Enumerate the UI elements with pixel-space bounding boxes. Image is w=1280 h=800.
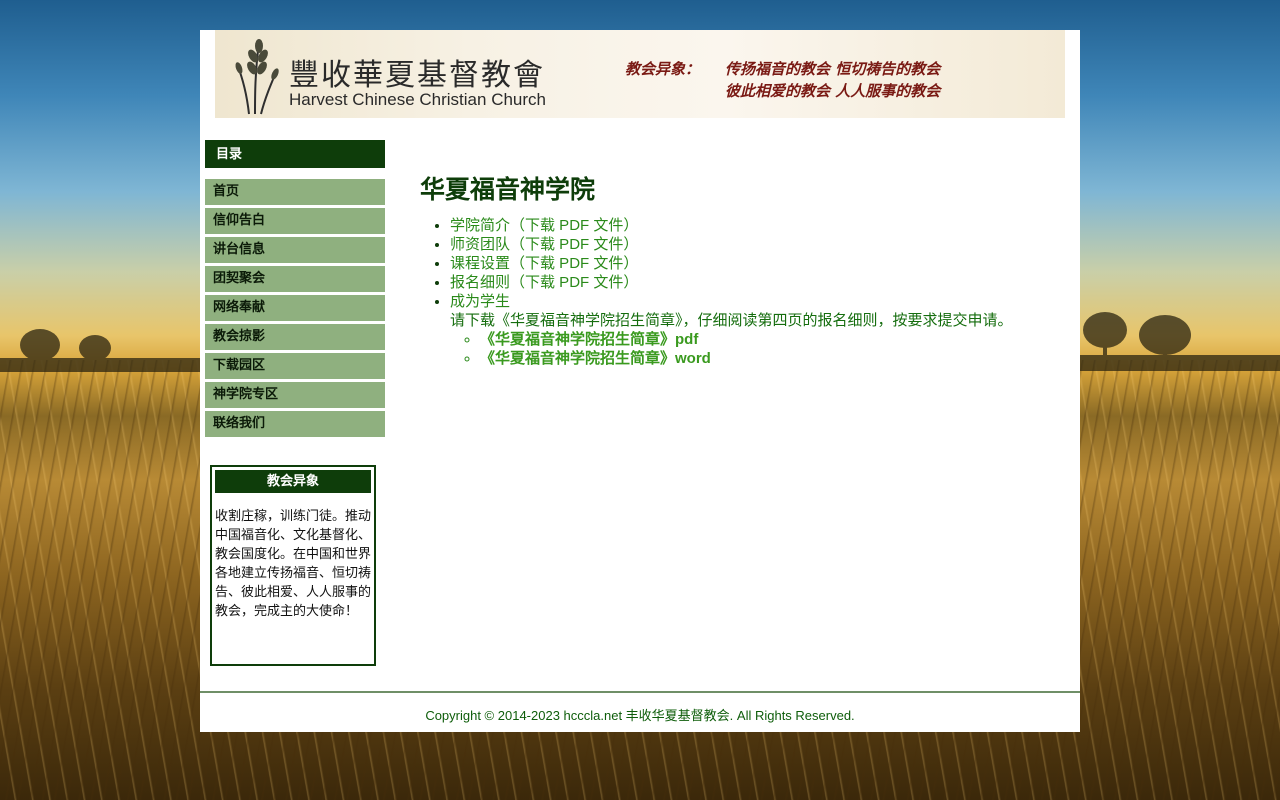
item-label-curriculum: 课程设置 [450, 255, 511, 272]
banner-vision-label: 教会异象： [625, 60, 701, 78]
nav-item-downloads[interactable]: 下载园区 [205, 353, 385, 379]
page-container: 豐收華夏基督教會 Harvest Chinese Christian Churc… [200, 30, 1080, 732]
seminary-list: 学院简介（下载 PDF 文件） 师资团队（下载 PDF 文件） 课程设置（下载 … [420, 216, 1060, 368]
list-item: 《华夏福音神学院招生简章》word [480, 349, 1060, 368]
nav-menu: 首页 信仰告白 讲台信息 团契聚会 网络奉献 教会掠影 下载园区 神学院专区 联… [205, 179, 385, 437]
list-item: 课程设置（下载 PDF 文件） [450, 254, 1060, 273]
nav-item-seminary[interactable]: 神学院专区 [205, 382, 385, 408]
list-item: 《华夏福音神学院招生简章》pdf [480, 330, 1060, 349]
download-pdf-faculty-link[interactable]: （下载 PDF 文件） [510, 236, 638, 253]
vision-box-title: 教会异象 [215, 470, 371, 493]
nav-item-fellowship[interactable]: 团契聚会 [205, 266, 385, 292]
list-item: 学院简介（下载 PDF 文件） [450, 216, 1060, 235]
wheat-logo-icon [235, 39, 279, 115]
list-item: 成为学生 请下载《华夏福音神学院招生简章》，仔细阅读第四页的报名细则，按要求提交… [450, 292, 1060, 368]
list-item: 报名细则（下载 PDF 文件） [450, 273, 1060, 292]
nav-item-contact[interactable]: 联络我们 [205, 411, 385, 437]
item-label-faculty: 师资团队 [450, 236, 511, 253]
vision-box-text: 收割庄稼，训练门徒。推动中国福音化、文化基督化、教会国度化。在中国和世界各地建立… [215, 509, 372, 619]
banner-vision-line-1: 传扬福音的教会 恒切祷告的教会 [725, 60, 941, 78]
brochure-links: 《华夏福音神学院招生简章》pdf 《华夏福音神学院招生简章》word [450, 330, 1060, 368]
download-pdf-admission-rules-link[interactable]: （下载 PDF 文件） [510, 274, 638, 291]
list-item: 师资团队（下载 PDF 文件） [450, 235, 1060, 254]
banner-vision-line-2: 彼此相爱的教会 人人服事的教会 [725, 82, 941, 100]
footer-divider [200, 691, 1080, 693]
nav-item-home[interactable]: 首页 [205, 179, 385, 205]
footer-copyright: Copyright © 2014-2023 hcccla.net 丰收华夏基督教… [425, 708, 855, 723]
menu-title: 目录 [205, 140, 385, 168]
sidebar: 目录 首页 信仰告白 讲台信息 团契聚会 网络奉献 教会掠影 下载园区 神学院专… [205, 140, 385, 440]
site-banner: 豐收華夏基督教會 Harvest Chinese Christian Churc… [215, 30, 1065, 118]
church-name-chinese: 豐收華夏基督教會 [289, 58, 545, 93]
nav-item-statement-of-faith[interactable]: 信仰告白 [205, 208, 385, 234]
item-label-admission-rules: 报名细则 [450, 274, 511, 291]
item-label-introduction: 学院简介 [450, 217, 511, 234]
nav-item-gallery[interactable]: 教会掠影 [205, 324, 385, 350]
become-student-note: 请下载《华夏福音神学院招生简章》，仔细阅读第四页的报名细则，按要求提交申请。 [450, 312, 1013, 329]
brochure-word-link[interactable]: 《华夏福音神学院招生简章》word [480, 350, 711, 367]
download-pdf-curriculum-link[interactable]: （下载 PDF 文件） [510, 255, 638, 272]
item-label-become-student: 成为学生 [450, 293, 511, 310]
vision-box: 教会异象 收割庄稼，训练门徒。推动中国福音化、文化基督化、教会国度化。在中国和世… [210, 465, 376, 666]
page-title: 华夏福音神学院 [420, 175, 596, 204]
church-name-english: Harvest Chinese Christian Church [289, 90, 546, 109]
nav-item-sermons[interactable]: 讲台信息 [205, 237, 385, 263]
download-pdf-introduction-link[interactable]: （下载 PDF 文件） [510, 217, 638, 234]
main-content: 华夏福音神学院 学院简介（下载 PDF 文件） 师资团队（下载 PDF 文件） … [420, 170, 1060, 368]
brochure-pdf-link[interactable]: 《华夏福音神学院招生简章》pdf [480, 331, 698, 348]
nav-item-online-giving[interactable]: 网络奉献 [205, 295, 385, 321]
